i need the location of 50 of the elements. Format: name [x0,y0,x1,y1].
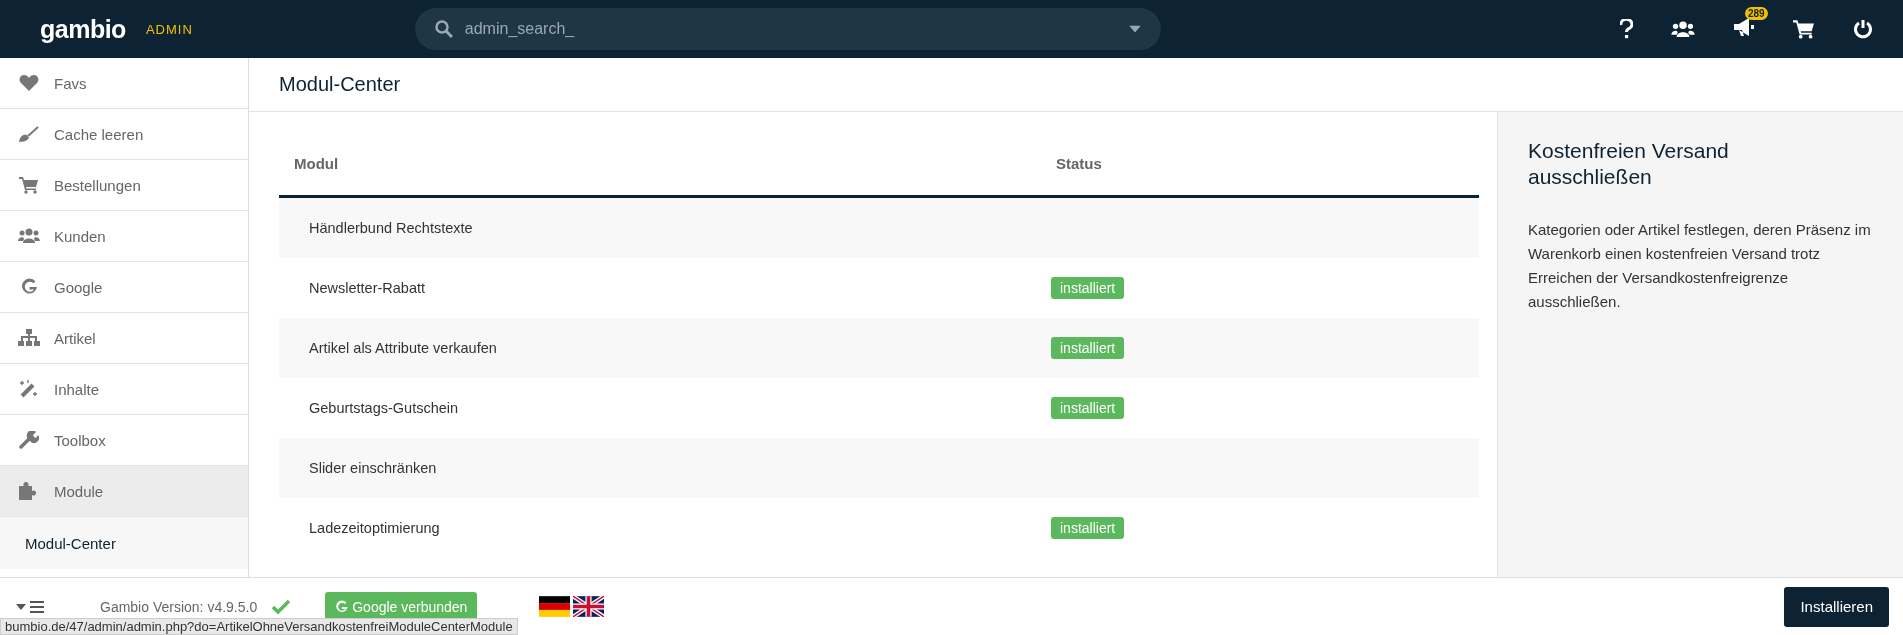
module-name[interactable]: Artikel als Attribute verkaufen [279,340,497,356]
installed-label: installiert [1051,277,1125,299]
sidebar-item[interactable]: Google [0,262,248,313]
details-title: Kostenfreien Versand ausschließen [1528,138,1730,190]
gambio-logo: gambio [40,14,126,44]
details-description: Kategorien oder Artikel festlegen, deren Präsenz im Warenkorb einen kostenfreien Versand trotz Erreichen der Versandkostenfreigrenze ausschließen. [1528,220,1872,312]
version-text: Gambio Version: v4.9.5.0 [100,598,258,615]
sidebar-item[interactable]: Cache leeren [0,109,248,160]
megaphone-icon[interactable] [1733,17,1755,37]
brush-icon [18,125,40,143]
caret-icon[interactable] [16,603,26,610]
menu-icon[interactable] [30,600,44,613]
check-icon [271,598,292,615]
cart-icon[interactable] [1793,19,1815,39]
sidebar-item[interactable]: Artikel [0,313,248,364]
sidebar-item[interactable]: Inhalte [0,364,248,415]
german-flag-icon[interactable] [539,596,571,617]
help-icon[interactable] [1620,19,1633,39]
heart-icon [18,74,40,92]
column-header: Modul [293,155,340,172]
sidebar-item[interactable]: Module [0,466,248,517]
installed-label: installiert [1051,337,1125,359]
column-header: Status [1056,155,1102,172]
installed-label: installiert [1051,517,1125,539]
wrench-icon [18,431,40,449]
module-name[interactable]: Geburtstags-Gutschein [279,400,459,416]
installed-label: installiert [1051,397,1125,419]
sidebar-item[interactable]: Bestellungen [0,160,248,211]
caret-icon [1128,25,1141,33]
status-url: bumbio.de/47/admin/admin.php?do=ArtikelOhneVersandkostenfreiModuleCenterModule [0,618,518,635]
admin-label: ADMIN [145,21,193,37]
submenu-item[interactable]: Modul-Center [0,534,116,552]
search-field[interactable]: admin_search_ [414,8,1161,50]
module-name[interactable]: Ladezeitoptimierung [279,520,440,536]
users-icon[interactable] [1671,20,1695,38]
sidebar-item[interactable]: Favs [0,58,248,109]
search-icon [434,20,453,38]
users-icon [18,228,40,244]
power-icon[interactable] [1853,19,1873,39]
notification-badge: 289 [1745,7,1768,20]
cart-icon [18,176,40,194]
uk-flag-icon[interactable] [573,596,605,617]
module-name[interactable]: Newsletter-Rabatt [279,280,426,296]
sitemap-icon [18,329,40,347]
install-button[interactable]: Installieren [1784,586,1889,627]
sidebar-item[interactable]: Kunden [0,211,248,262]
module-name[interactable]: Händlerbund Rechtstexte [279,220,473,236]
google-icon [335,599,349,614]
magic-wand-icon [18,380,40,398]
module-name[interactable]: Slider einschränken [279,460,437,476]
